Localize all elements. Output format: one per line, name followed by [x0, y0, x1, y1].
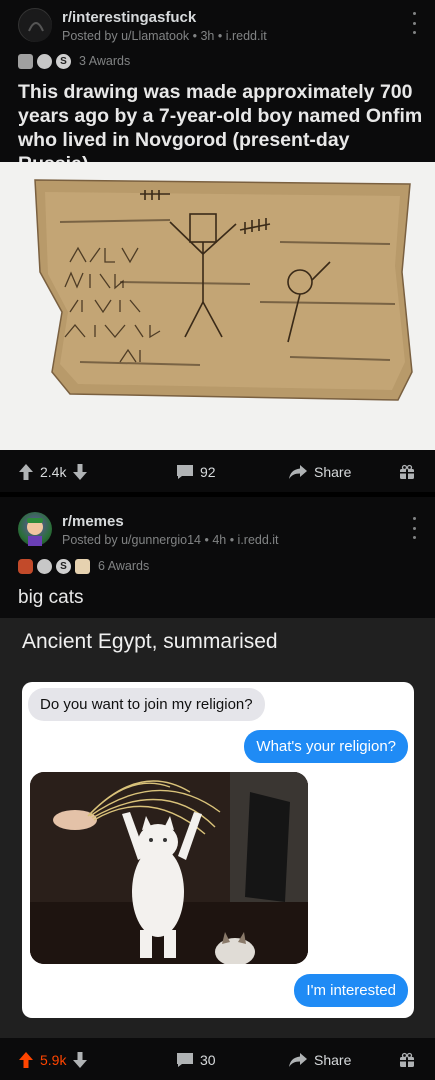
subreddit-avatar[interactable]	[18, 8, 52, 42]
share-label: Share	[314, 464, 352, 480]
award-icon	[18, 53, 33, 69]
award-icon	[37, 53, 52, 69]
subreddit-name[interactable]: r/memes	[62, 513, 124, 530]
subreddit-icon	[20, 10, 52, 42]
chat-bubble-outgoing: I'm interested	[294, 974, 408, 1007]
post-card: r/interestingasfuck Posted by u/Llamatoo…	[0, 0, 435, 492]
gift-icon	[400, 1052, 414, 1067]
subreddit-icon	[27, 518, 43, 546]
downvote-arrow-icon[interactable]	[72, 463, 88, 481]
share-button[interactable]: Share	[288, 452, 351, 492]
post-header: r/interestingasfuck Posted by u/Llamatoo…	[18, 8, 418, 48]
gift-icon	[400, 464, 414, 479]
upvote-count: 5.9k	[40, 1052, 67, 1068]
award-icon	[75, 558, 90, 574]
birch-bark-drawing	[0, 162, 435, 450]
cat-photo	[30, 772, 308, 964]
share-label: Share	[314, 1052, 352, 1068]
upvote-count: 2.4k	[40, 464, 67, 480]
award-icon	[18, 558, 33, 574]
awards-count: 6 Awards	[98, 559, 150, 573]
share-button[interactable]: Share	[288, 1040, 351, 1080]
gift-button[interactable]	[399, 1040, 415, 1080]
awards-row[interactable]: S 3 Awards	[18, 52, 130, 70]
post-image[interactable]: Ancient Egypt, summarised Do you want to…	[0, 618, 435, 1038]
awards-count: 3 Awards	[79, 54, 131, 68]
gift-button[interactable]	[399, 452, 415, 492]
upvote-arrow-icon[interactable]	[18, 1051, 34, 1069]
kebab-menu-icon[interactable]	[407, 12, 421, 34]
comment-bubble-icon	[177, 465, 193, 479]
award-icon: S	[56, 53, 71, 69]
post-image[interactable]	[0, 162, 435, 450]
chat-bubble-outgoing: What's your religion?	[244, 730, 408, 763]
post-meta: Posted by u/Llamatook • 3h • i.redd.it	[62, 29, 267, 43]
chat-bubble-incoming: Do you want to join my religion?	[28, 688, 265, 721]
share-arrow-icon	[289, 1053, 307, 1067]
post-action-bar: 2.4k 92 Share	[0, 452, 435, 492]
downvote-arrow-icon[interactable]	[72, 1051, 88, 1069]
comment-count: 30	[200, 1052, 216, 1068]
upvote-arrow-icon[interactable]	[18, 463, 34, 481]
award-icon	[37, 558, 52, 574]
share-arrow-icon	[289, 465, 307, 479]
chat-screenshot: Do you want to join my religion? What's …	[22, 682, 414, 1018]
subreddit-name[interactable]: r/interestingasfuck	[62, 9, 196, 26]
comments-button[interactable]: 30	[176, 1040, 216, 1080]
post-action-bar: 5.9k 30 Share	[0, 1040, 435, 1080]
meme-caption: Ancient Egypt, summarised	[22, 630, 278, 653]
post-meta: Posted by u/gunnergio14 • 4h • i.redd.it	[62, 533, 279, 547]
vote-group: 5.9k	[18, 1040, 88, 1080]
comment-count: 92	[200, 464, 216, 480]
comments-button[interactable]: 92	[176, 452, 216, 492]
award-icon: S	[56, 558, 71, 574]
subreddit-avatar[interactable]	[18, 512, 52, 546]
vote-group: 2.4k	[18, 452, 88, 492]
post-header: r/memes Posted by u/gunnergio14 • 4h • i…	[18, 512, 418, 552]
comment-bubble-icon	[177, 1053, 193, 1067]
post-title[interactable]: big cats	[18, 587, 423, 609]
cat-with-wheat-image	[30, 772, 308, 964]
kebab-menu-icon[interactable]	[407, 517, 421, 539]
awards-row[interactable]: S 6 Awards	[18, 557, 149, 575]
